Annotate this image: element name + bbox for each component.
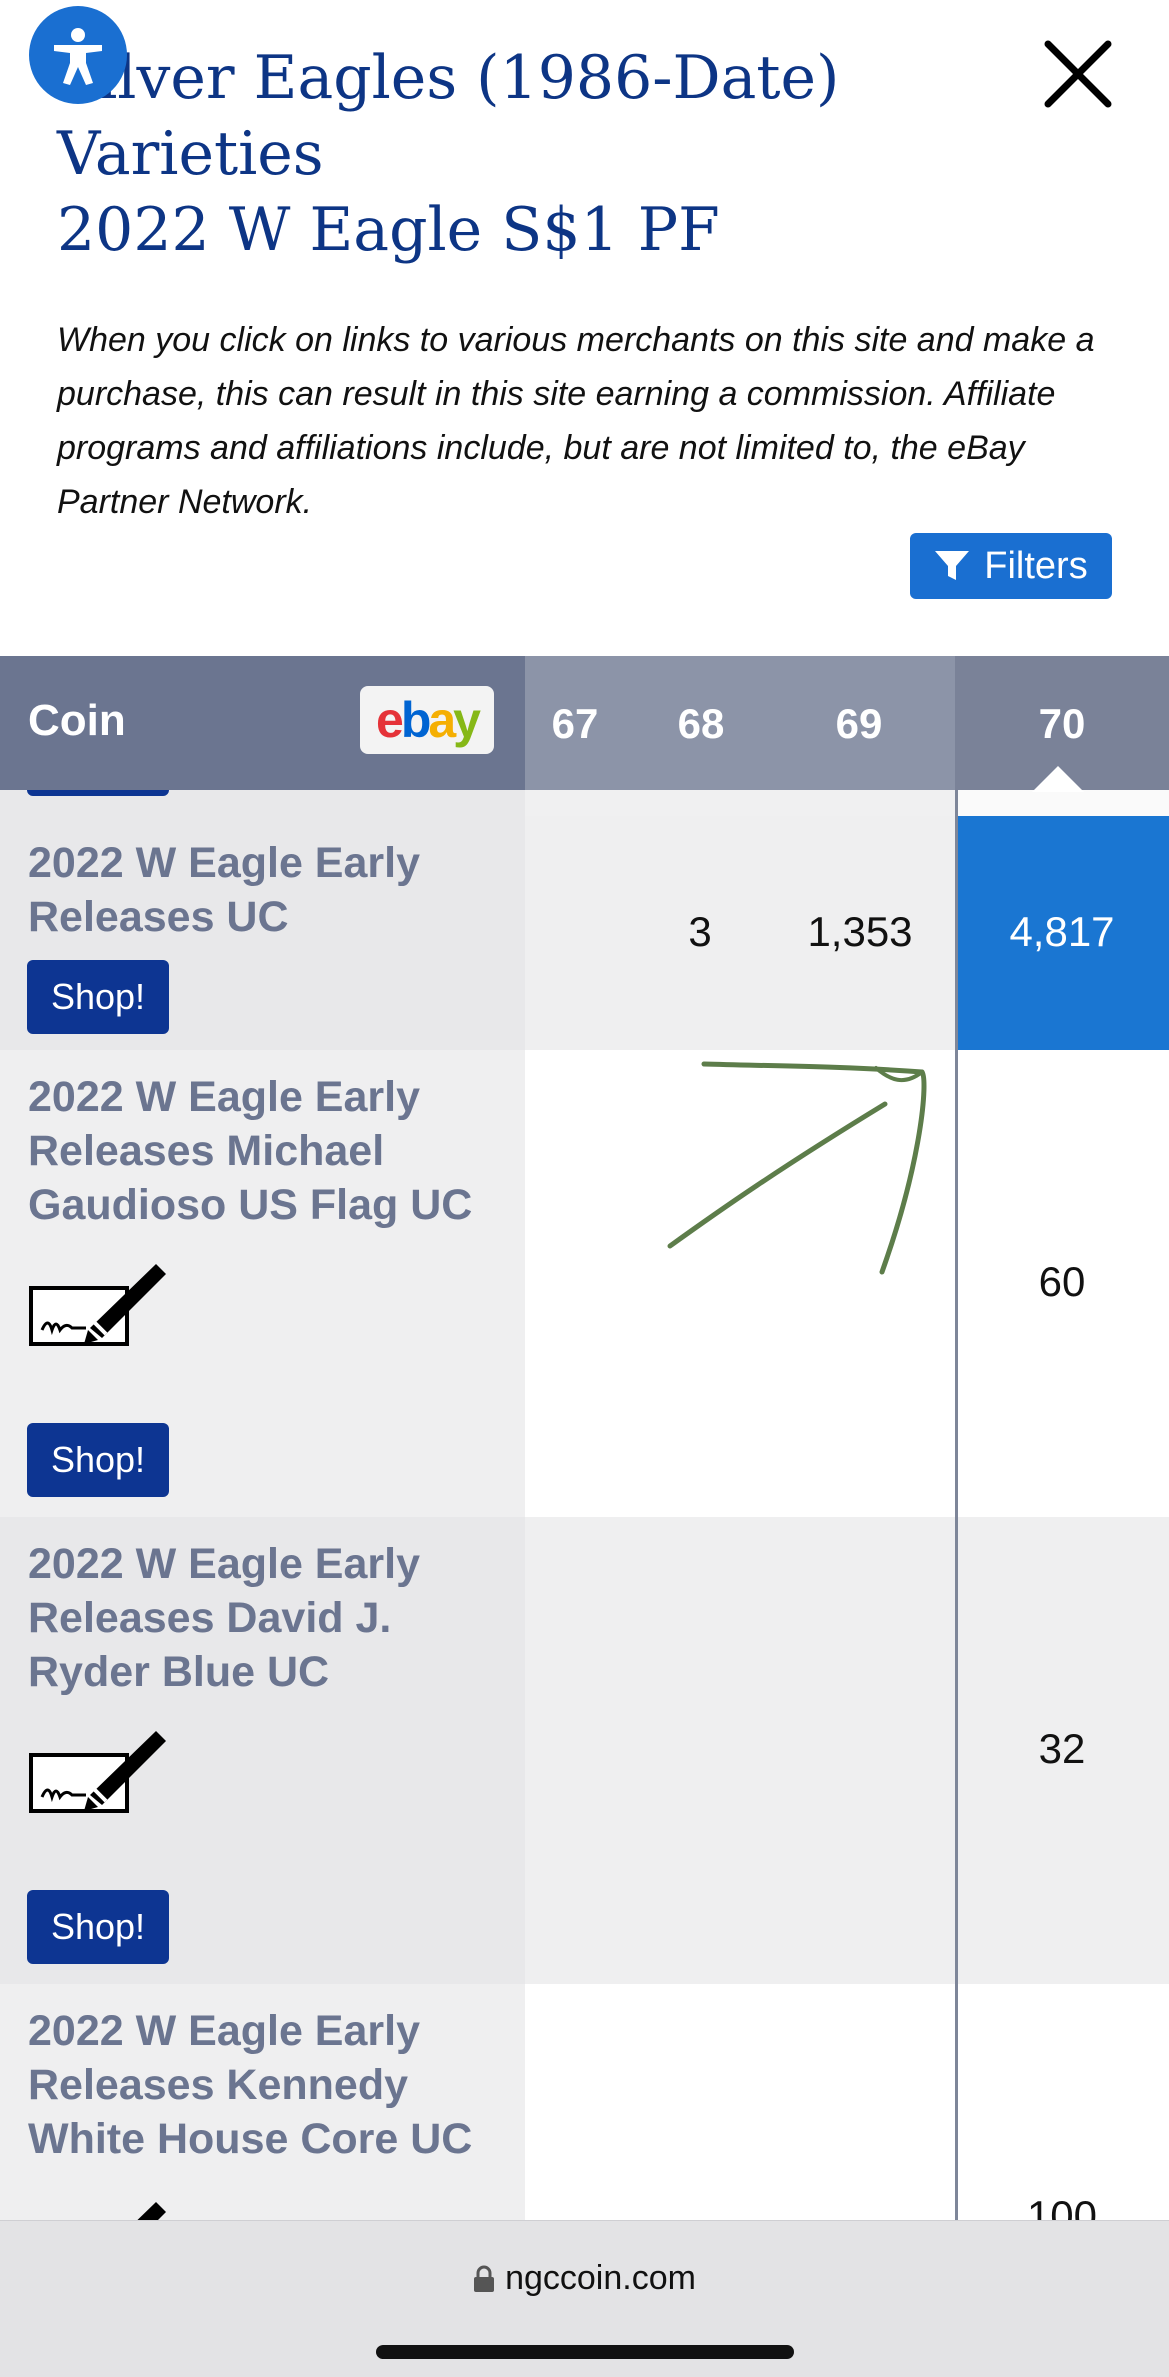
close-icon <box>1044 40 1112 108</box>
browser-address-bar: ngccoin.com <box>0 2220 1169 2377</box>
sort-indicator-arrow <box>1032 766 1084 792</box>
table-row: 2022 W Eagle Early Releases Kennedy Whit… <box>0 1984 1169 2220</box>
lock-icon <box>474 2265 495 2292</box>
page-title: Silver Eagles (1986-Date) Varieties 2022… <box>57 40 957 268</box>
title-line-2: Varieties <box>57 119 324 189</box>
grade-70-count[interactable]: 100 <box>955 2192 1169 2220</box>
signature-icon <box>29 1731 166 1813</box>
shop-button[interactable]: Shop! <box>27 960 169 1034</box>
table-row: 2022 W Eagle Early Releases David J. Ryd… <box>0 1517 1169 1984</box>
grade-columns-header: 67 68 69 <box>525 656 955 790</box>
hand-drawn-arrow <box>667 1061 927 1275</box>
url-text: ngccoin.com <box>505 2259 696 2297</box>
table-row <box>0 790 1169 816</box>
ebay-letter-a: a <box>428 692 456 748</box>
coin-column-header: Coin ebay <box>0 656 525 790</box>
grade-header-68[interactable]: 68 <box>651 700 751 748</box>
affiliate-disclaimer: When you click on links to various merch… <box>57 321 1095 521</box>
table-row: 2022 W Eagle Early Releases Michael Gaud… <box>0 1050 1169 1517</box>
url-display[interactable]: ngccoin.com <box>0 2259 1169 2298</box>
filters-label: Filters <box>984 544 1088 587</box>
shop-button[interactable]: Shop! <box>27 1890 169 1964</box>
signature-icon <box>137 2202 166 2220</box>
grade-70-count[interactable]: 4,817 <box>955 908 1169 956</box>
close-button[interactable] <box>1040 36 1116 112</box>
accessibility-button[interactable] <box>29 6 127 104</box>
ebay-letter-b: b <box>400 692 431 748</box>
coin-name-link[interactable]: 2022 W Eagle Early Releases David J. Ryd… <box>28 1537 508 1699</box>
coin-name-link[interactable]: 2022 W Eagle Early Releases Michael Gaud… <box>28 1070 508 1232</box>
ebay-letter-y: y <box>453 692 481 748</box>
grade-header-69[interactable]: 69 <box>809 700 909 748</box>
table-row: 2022 W Eagle Early Releases UC Shop! 3 1… <box>0 816 1169 1050</box>
funnel-icon <box>935 551 970 580</box>
accessibility-icon <box>54 28 102 85</box>
grade-70-count[interactable]: 60 <box>955 1258 1169 1306</box>
grade-header-67[interactable]: 67 <box>525 700 625 748</box>
coin-header-label: Coin <box>28 696 126 745</box>
grade-68-count[interactable]: 3 <box>650 908 750 956</box>
title-line-3: 2022 W Eagle S$1 PF <box>57 195 720 265</box>
coin-name-link[interactable]: 2022 W Eagle Early Releases Kennedy Whit… <box>28 2004 508 2166</box>
signature-icon <box>29 1264 166 1346</box>
grade-70-count[interactable]: 32 <box>955 1725 1169 1773</box>
shop-button-partial[interactable] <box>27 790 169 796</box>
ebay-logo[interactable]: ebay <box>360 686 494 754</box>
home-indicator[interactable] <box>376 2345 794 2359</box>
table-header: Coin ebay 67 68 69 70 <box>0 656 1169 790</box>
coin-name-link[interactable]: 2022 W Eagle Early Releases UC <box>28 836 508 944</box>
title-line-1: Silver Eagles (1986-Date) <box>57 43 840 113</box>
column-divider <box>955 790 958 2220</box>
shop-button[interactable]: Shop! <box>27 1423 169 1497</box>
grade-header-70[interactable]: 70 <box>1012 700 1112 748</box>
grade-69-count[interactable]: 1,353 <box>780 908 940 956</box>
filters-button[interactable]: Filters <box>910 533 1112 599</box>
modal-header: Silver Eagles (1986-Date) Varieties 2022… <box>0 0 1169 656</box>
ebay-letter-e: e <box>376 692 404 748</box>
